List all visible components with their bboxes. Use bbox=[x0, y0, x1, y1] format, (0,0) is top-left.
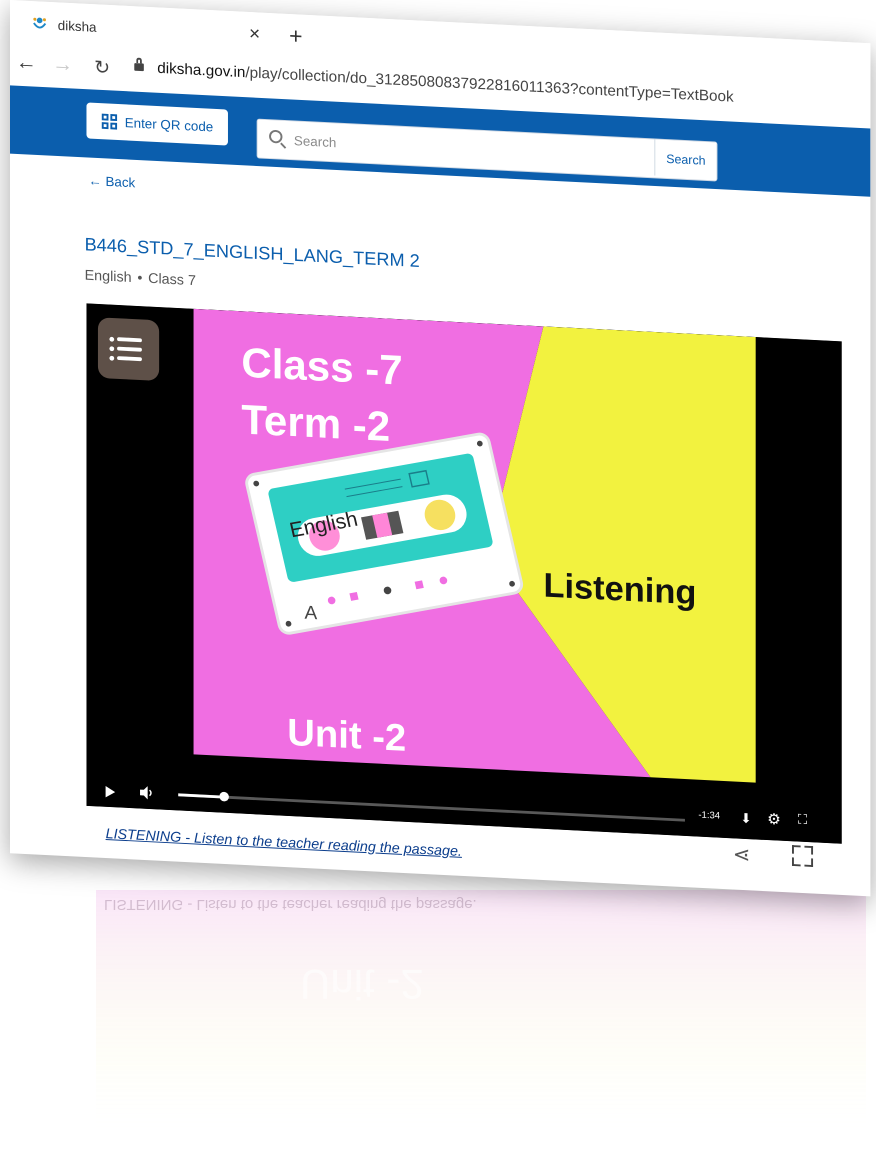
time-remaining: -1:34 bbox=[698, 810, 721, 822]
reflection-caption-text: LISTENING - Listen to the teacher readin… bbox=[104, 896, 477, 913]
back-link[interactable]: ← Back bbox=[88, 173, 135, 191]
grade-label: Class 7 bbox=[148, 270, 196, 289]
table-of-contents-button[interactable] bbox=[97, 317, 160, 381]
settings-gear-icon[interactable]: ⚙ bbox=[767, 810, 781, 830]
browser-window: diksha × + ← → ↻ diksha.gov.in/play/coll… bbox=[10, 0, 871, 897]
reflection-unit-text: Unit -2 bbox=[300, 961, 424, 1008]
play-icon[interactable] bbox=[105, 785, 116, 798]
progress-fill bbox=[178, 793, 224, 799]
subtitle-separator: • bbox=[137, 269, 143, 287]
progress-bar[interactable] bbox=[178, 791, 685, 822]
search-box: Search bbox=[256, 118, 718, 182]
search-icon bbox=[269, 129, 283, 144]
new-tab-button[interactable]: + bbox=[289, 23, 302, 50]
volume-icon[interactable] bbox=[140, 786, 153, 800]
tab-title[interactable]: diksha bbox=[58, 18, 97, 35]
reflection-gradient bbox=[96, 890, 866, 1140]
enter-qr-code-button[interactable]: Enter QR code bbox=[86, 102, 228, 146]
slide-class-text: Class -7 bbox=[241, 339, 403, 395]
list-icon bbox=[109, 336, 115, 342]
slide-background bbox=[86, 303, 842, 844]
back-label: Back bbox=[105, 173, 136, 191]
reload-icon[interactable]: ↻ bbox=[94, 55, 110, 80]
lock-icon[interactable] bbox=[134, 63, 144, 72]
cassette-side-label: A bbox=[304, 602, 318, 625]
search-input[interactable] bbox=[292, 121, 612, 176]
page-subtitle: English • Class 7 bbox=[85, 267, 196, 289]
progress-handle[interactable] bbox=[219, 791, 229, 802]
slide-listening-text: Listening bbox=[543, 565, 697, 612]
fullscreen-icon[interactable]: ⛶ bbox=[798, 811, 807, 828]
download-icon[interactable]: ⬇ bbox=[740, 810, 751, 827]
expand-icon[interactable] bbox=[792, 845, 814, 867]
slide-unit-text: Unit -2 bbox=[287, 711, 407, 760]
screenshot-stage: Unit -2 LISTENING - Listen to the teache… bbox=[0, 0, 876, 1151]
forward-arrow-icon[interactable]: → bbox=[52, 51, 73, 77]
close-tab-icon[interactable]: × bbox=[249, 23, 260, 45]
video-player[interactable]: Class -7 Term -2 English A Listening Uni… bbox=[86, 303, 842, 844]
enter-qr-code-label: Enter QR code bbox=[124, 114, 214, 135]
url-domain: diksha.gov.in bbox=[157, 60, 246, 82]
search-button[interactable]: Search bbox=[654, 139, 717, 179]
share-icon[interactable]: ⋖ bbox=[733, 842, 751, 868]
back-arrow-icon[interactable]: ← bbox=[16, 50, 37, 76]
page-title: B446_STD_7_ENGLISH_LANG_TERM 2 bbox=[84, 235, 420, 272]
arrow-left-icon: ← bbox=[88, 172, 102, 189]
slide-term-text: Term -2 bbox=[241, 396, 391, 451]
subject-label: English bbox=[84, 267, 132, 286]
content-caption[interactable]: LISTENING - Listen to the teacher readin… bbox=[106, 826, 462, 860]
qr-code-icon bbox=[101, 113, 118, 130]
diksha-logo-icon bbox=[33, 17, 47, 29]
